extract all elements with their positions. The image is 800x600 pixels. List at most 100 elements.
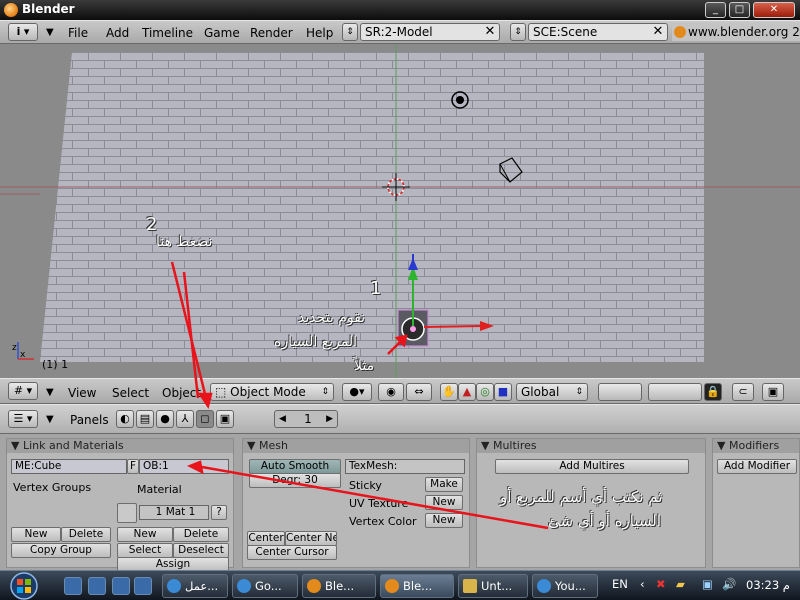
sticky-make-button[interactable]: Make [425, 477, 463, 492]
show-desktop-icon[interactable] [64, 577, 82, 595]
scene-delete-icon[interactable]: ✕ [650, 24, 666, 40]
tray-security-icon[interactable]: ✖ [656, 577, 666, 591]
language-indicator[interactable]: EN [612, 577, 628, 591]
logic-context-button[interactable]: ◐ [116, 410, 134, 428]
object-context-button[interactable]: ⅄ [176, 410, 194, 428]
tray-network-icon[interactable]: ▣ [702, 577, 713, 591]
add-modifier-button[interactable]: Add Modifier [717, 459, 797, 474]
media-quicklaunch-icon[interactable] [134, 577, 152, 595]
mesh-name-field[interactable]: ME:Cube [11, 459, 127, 474]
vgroup-delete-button[interactable]: Delete [61, 527, 111, 542]
task-youtube-ie[interactable]: You... [532, 574, 598, 598]
copy-group-button[interactable]: Copy Group [11, 543, 111, 558]
translate-manipulator-button[interactable]: ▲ [458, 383, 476, 401]
move-toggle-button[interactable]: ⇔ [406, 383, 432, 401]
menu-game[interactable]: Game [204, 26, 240, 40]
explorer-quicklaunch-icon[interactable] [112, 577, 130, 595]
tray-volume-icon[interactable]: 🔊 [722, 577, 736, 591]
pivot-button[interactable]: ◉ [378, 383, 404, 401]
object-name-field[interactable]: OB:1 [139, 459, 229, 474]
scale-manipulator-button[interactable]: ■ [494, 383, 512, 401]
fake-user-button[interactable]: F [127, 459, 139, 474]
scene-browse-button[interactable]: ⇕ [510, 23, 526, 41]
decrement-arrow-icon[interactable]: ◀ [279, 411, 286, 427]
task-arabic-ie[interactable]: عمل... [162, 574, 228, 598]
collapse-triangle-icon[interactable]: ▼ [46, 387, 54, 398]
panel-header[interactable]: ▼ Multires [477, 439, 705, 453]
panel-header[interactable]: ▼ Mesh [243, 439, 469, 453]
snap-icon[interactable]: ⊂ [732, 383, 754, 401]
info-icon: i [16, 25, 21, 38]
center-cursor-button[interactable]: Center Cursor [247, 545, 337, 560]
auto-smooth-toggle[interactable]: Auto Smooth [249, 459, 341, 474]
switch-windows-icon[interactable] [88, 577, 106, 595]
viewport-scene[interactable]: x z (1) 1 [0, 44, 800, 378]
menu-timeline[interactable]: Timeline [142, 26, 193, 40]
shading-context-button[interactable]: ● [156, 410, 174, 428]
task-label: Ble... [403, 579, 433, 593]
add-multires-button[interactable]: Add Multires [495, 459, 689, 474]
uv-texture-new-button[interactable]: New [425, 495, 463, 510]
vertex-color-label: Vertex Color [349, 515, 417, 528]
window-type-button[interactable]: # ▾ [8, 382, 38, 400]
menu-select[interactable]: Select [112, 386, 149, 400]
center-new-button[interactable]: Center Ne [285, 531, 337, 546]
center-button[interactable]: Center [247, 531, 285, 546]
close-button[interactable]: ✕ [753, 2, 795, 18]
texmesh-field[interactable]: TexMesh: [345, 459, 465, 474]
screen-browse-button[interactable]: ⇕ [342, 23, 358, 41]
task-untitled-paint[interactable]: Unt... [458, 574, 528, 598]
menu-render[interactable]: Render [250, 26, 293, 40]
task-blender-2-active[interactable]: Ble... [380, 574, 454, 598]
3d-viewport[interactable]: x z (1) 1 [0, 44, 800, 378]
rotate-manipulator-button[interactable]: ◎ [476, 383, 494, 401]
editing-context-button[interactable]: ◻ [196, 410, 214, 428]
screen-delete-icon[interactable]: ✕ [482, 24, 498, 40]
material-deselect-button[interactable]: Deselect [173, 543, 229, 558]
vgroup-new-button[interactable]: New [11, 527, 61, 542]
task-label: عمل... [185, 579, 219, 593]
tray-folder-icon[interactable]: ▰ [676, 577, 685, 591]
buttons-window-type-button[interactable]: ☰ ▾ [8, 410, 38, 428]
material-help-button[interactable]: ? [211, 505, 227, 520]
mesh-name-text: ME:Cube [15, 460, 62, 472]
frame-number-field[interactable]: ◀ 1 ▶ [274, 410, 338, 428]
task-google-ie[interactable]: Go... [232, 574, 298, 598]
material-new-button[interactable]: New [117, 527, 173, 542]
material-select-button[interactable]: Select [117, 543, 173, 558]
collapse-triangle-icon[interactable]: ▼ [46, 414, 54, 425]
menu-view[interactable]: View [68, 386, 96, 400]
manipulator-hand-button[interactable]: ✋ [440, 383, 458, 401]
layer-buttons-right[interactable] [648, 383, 702, 401]
menu-add[interactable]: Add [106, 26, 129, 40]
degree-field[interactable]: Degr: 30 [249, 473, 341, 488]
increment-arrow-icon[interactable]: ▶ [326, 411, 333, 427]
system-clock[interactable]: 03:23 م [746, 578, 790, 592]
screen-name-field[interactable]: SR:2-Model [360, 23, 500, 41]
mode-select[interactable]: ⬚ Object Mode ⇕ [210, 383, 334, 401]
panel-header[interactable]: ▼ Link and Materials [7, 439, 233, 453]
minimize-button[interactable]: _ [705, 2, 726, 18]
orientation-select[interactable]: Global ⇕ [516, 383, 588, 401]
material-delete-button[interactable]: Delete [173, 527, 229, 542]
tray-chevron-icon[interactable]: ‹ [640, 577, 645, 591]
menu-help[interactable]: Help [306, 26, 333, 40]
scene-name-field[interactable]: SCE:Scene [528, 23, 668, 41]
material-color-swatch[interactable] [117, 503, 137, 523]
menu-file[interactable]: File [68, 26, 88, 40]
draw-type-button[interactable]: ●▾ [342, 383, 372, 401]
collapse-triangle-icon[interactable]: ▼ [46, 27, 54, 38]
material-index-field[interactable]: 1 Mat 1 [139, 505, 209, 520]
render-preview-icon[interactable]: ▣ [762, 383, 784, 401]
scene-context-button[interactable]: ▣ [216, 410, 234, 428]
maximize-button[interactable]: □ [729, 2, 750, 18]
info-window-type-button[interactable]: i ▾ [8, 23, 38, 41]
vertex-color-new-button[interactable]: New [425, 513, 463, 528]
panel-header[interactable]: ▼ Modifiers [713, 439, 799, 453]
script-context-button[interactable]: ▤ [136, 410, 154, 428]
start-button[interactable] [4, 571, 44, 600]
layer-buttons-left[interactable] [598, 383, 642, 401]
task-blender-1[interactable]: Ble... [302, 574, 376, 598]
lock-icon[interactable]: 🔒 [704, 383, 722, 401]
menu-object[interactable]: Object [162, 386, 201, 400]
